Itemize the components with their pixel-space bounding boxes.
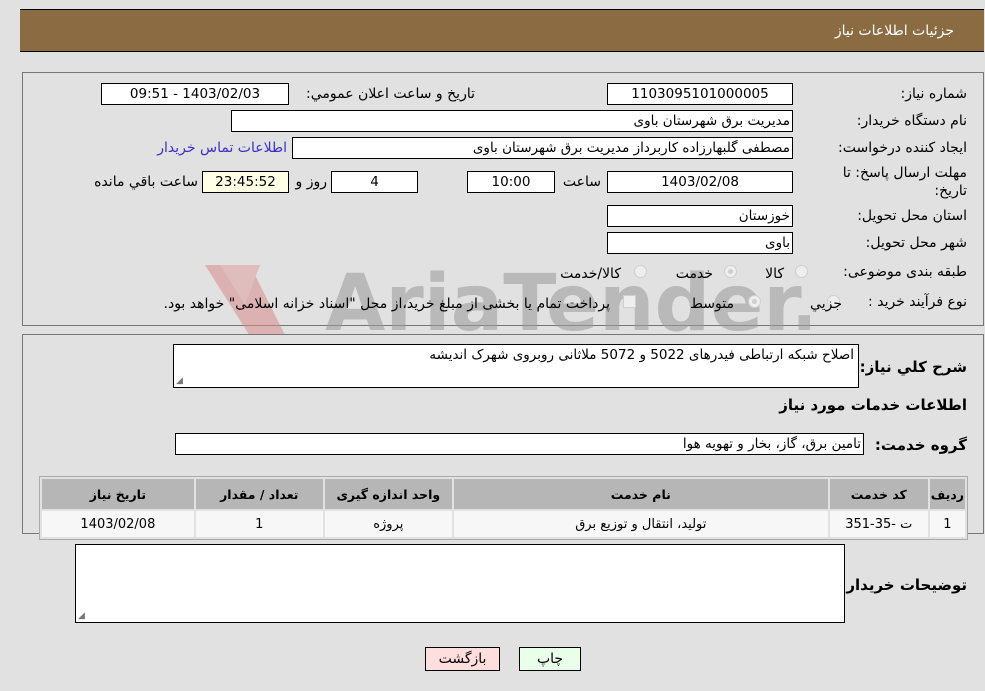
page-title: جزئیات اطلاعات نیاز [834, 23, 954, 39]
treasury-note: پرداخت تمام یا بخشی از مبلغ خرید،از محل … [163, 296, 610, 312]
announce-label: تاریخ و ساعت اعلان عمومي: [306, 86, 475, 102]
description-textarea[interactable]: اصلاح شبکه ارتباطی فیدرهای 5022 و 5072 م… [173, 344, 859, 388]
resize-grip-icon[interactable]: ◢ [78, 611, 85, 621]
table-row: 1 ت -35-351 تولید، انتقال و توزیع برق پر… [42, 511, 965, 537]
cell-need-date: 1403/02/08 [42, 511, 194, 537]
province-label: استان محل تحویل: [857, 208, 967, 224]
cell-unit: پروژه [324, 511, 452, 537]
cell-service-code: ت -35-351 [829, 511, 928, 537]
buyer-contact-link[interactable]: اطلاعات تماس خریدار [157, 140, 287, 156]
city-field: باوی [607, 232, 793, 254]
need-number-field: 1103095101000005 [607, 83, 793, 105]
print-button[interactable]: چاپ [519, 647, 581, 671]
table-header-row: ردیف کد خدمت نام خدمت واحد اندازه گیری ت… [42, 479, 965, 509]
remaining-time-field: 23:45:52 [202, 171, 289, 193]
category-service-label: خدمت [675, 266, 713, 282]
creator-label: ایجاد کننده درخواست: [838, 140, 967, 156]
process-medium-label: متوسط [690, 296, 734, 312]
description-text: اصلاح شبکه ارتباطی فیدرهای 5022 و 5072 م… [429, 347, 854, 363]
cell-row-number: 1 [929, 511, 965, 537]
announce-datetime-field: 1403/02/03 - 09:51 [101, 83, 289, 105]
col-row-number: ردیف [929, 479, 965, 509]
deadline-time-field: 10:00 [467, 171, 555, 193]
col-need-date: تاریخ نیاز [42, 479, 194, 509]
services-table: ردیف کد خدمت نام خدمت واحد اندازه گیری ت… [39, 476, 968, 540]
page-header: جزئیات اطلاعات نیاز [20, 9, 984, 52]
days-label: روز و [295, 174, 328, 190]
buyer-org-field: مدیریت برق شهرستان باوی [231, 110, 793, 132]
description-label: شرح کلي نیاز: [859, 358, 967, 376]
buyer-org-label: نام دستگاه خریدار: [856, 113, 967, 129]
col-service-name: نام خدمت [453, 479, 828, 509]
buyer-notes-textarea[interactable]: ◢ [75, 544, 845, 623]
process-medium-radio[interactable] [748, 295, 761, 308]
col-quantity: تعداد / مقدار [195, 479, 323, 509]
process-label: نوع فرآیند خرید : [868, 294, 967, 310]
days-remaining-field: 4 [331, 171, 418, 193]
cell-quantity: 1 [195, 511, 323, 537]
category-service-radio[interactable] [724, 265, 737, 278]
remaining-label: ساعت باقي مانده [94, 174, 198, 190]
service-group-field: تامین برق، گاز، بخار و تهویه هوا [175, 433, 864, 455]
back-button[interactable]: بازگشت [425, 647, 500, 671]
category-goods-service-label: کالا/خدمت [560, 266, 621, 282]
category-goods-radio[interactable] [795, 265, 808, 278]
category-goods-service-radio[interactable] [634, 265, 647, 278]
services-section-title: اطلاعات خدمات مورد نیاز [779, 396, 967, 414]
category-label: طبقه بندی موضوعی: [843, 264, 967, 280]
buyer-notes-label: توضیحات خریدار: [840, 576, 967, 594]
need-number-label: شماره نیاز: [900, 86, 968, 102]
province-field: خوزستان [607, 205, 793, 227]
col-service-code: کد خدمت [829, 479, 928, 509]
treasury-checkbox[interactable] [623, 295, 636, 308]
city-label: شهر محل تحویل: [865, 235, 967, 251]
creator-field: مصطفی گلبهارزاده کاربرداز مدیریت برق شهر… [292, 137, 793, 159]
time-label: ساعت [562, 174, 601, 190]
category-goods-label: کالا [765, 266, 784, 282]
cell-service-name: تولید، انتقال و توزیع برق [453, 511, 828, 537]
col-unit: واحد اندازه گیری [324, 479, 452, 509]
service-group-label: گروه خدمت: [874, 436, 967, 454]
resize-grip-icon[interactable]: ◢ [176, 376, 183, 386]
deadline-date-field: 1403/02/08 [607, 171, 793, 193]
deadline-label: مهلت ارسال پاسخ: تا تاریخ: [842, 165, 967, 199]
process-minor-label: جزيي [810, 296, 842, 312]
